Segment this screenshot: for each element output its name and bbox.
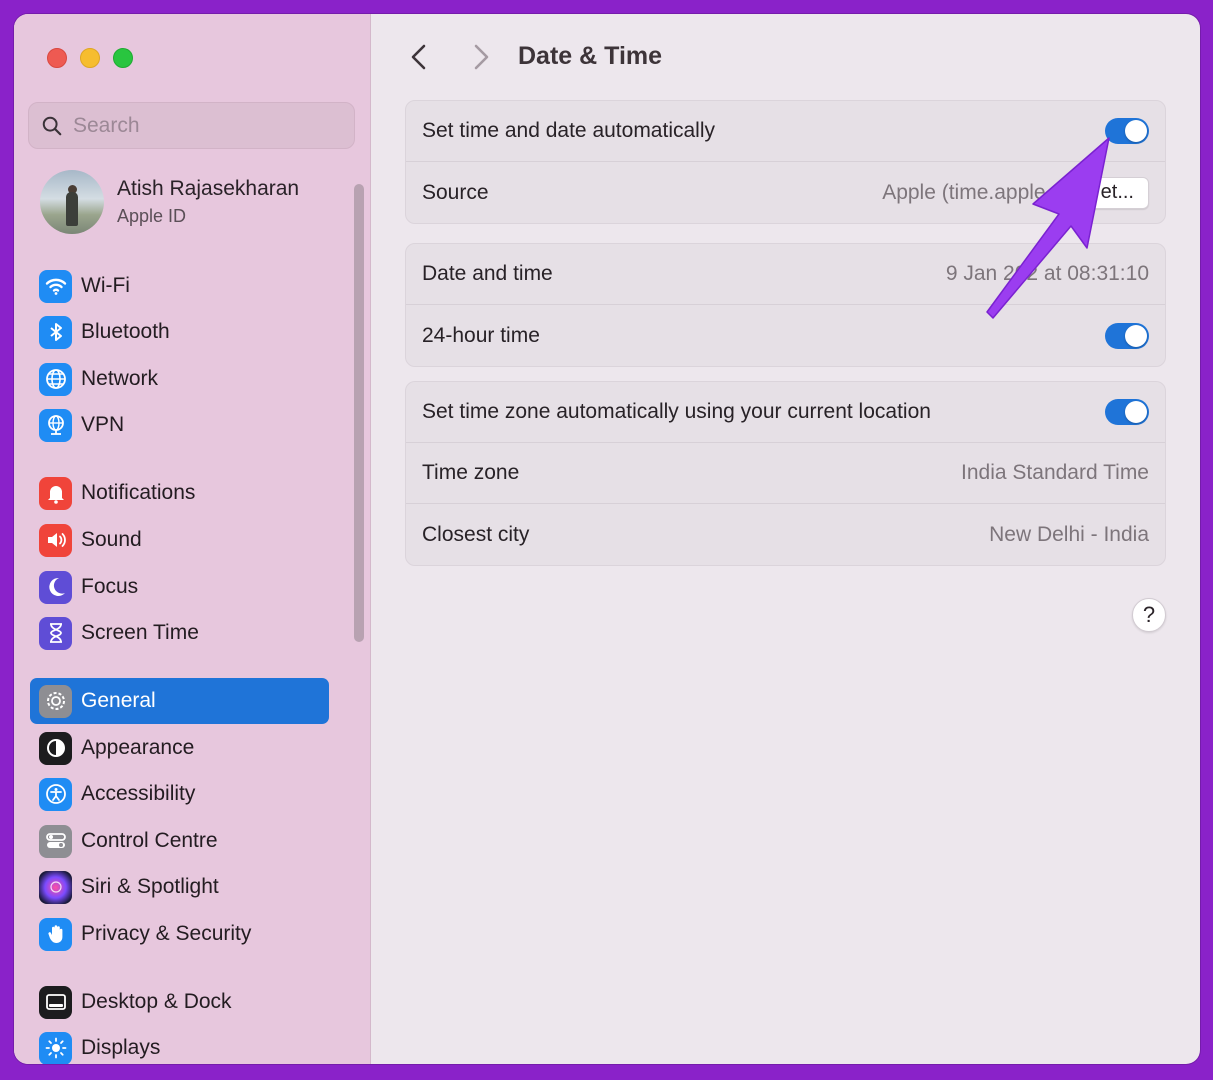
date-time-group: Date and time 9 Jan 202 at 08:31:10 24-h… [405, 243, 1166, 367]
dock-icon [39, 985, 72, 1019]
minimize-button[interactable] [80, 48, 100, 68]
search-placeholder: Search [73, 113, 140, 137]
sidebar-item-focus[interactable]: Focus [30, 564, 329, 610]
hourglass-icon [39, 616, 72, 650]
tz-row: Time zone India Standard Time [406, 443, 1165, 504]
auto-tz-row: Set time zone automatically using your c… [406, 382, 1165, 443]
accessibility-icon [39, 777, 72, 811]
sidebar-item-label: Desktop & Dock [81, 990, 232, 1013]
hand-icon [39, 917, 72, 951]
sidebar-item-appearance[interactable]: Appearance [30, 725, 329, 771]
sidebar-item-label: Notifications [81, 481, 196, 504]
page-title: Date & Time [518, 42, 663, 70]
sidebar-item-privacy-security[interactable]: Privacy & Security [30, 911, 329, 957]
sidebar-item-label: Bluetooth [81, 320, 170, 343]
sidebar-scrollbar[interactable] [354, 184, 364, 642]
apple-id-profile[interactable]: Atish Rajasekharan Apple ID [40, 170, 340, 234]
sidebar-item-label: General [81, 689, 156, 712]
sidebar-item-label: Control Centre [81, 829, 218, 852]
main-pane: Date & Time Set time and date automatica… [371, 14, 1200, 1064]
sidebar-item-network[interactable]: Network [30, 356, 329, 402]
set-time-auto-label: Set time and date automatically [422, 119, 715, 142]
profile-name: Atish Rajasekharan [117, 177, 300, 200]
sidebar-item-label: Sound [81, 528, 142, 551]
bluetooth-icon [39, 315, 72, 349]
tz-value: India Standard Time [961, 461, 1149, 484]
sidebar-item-screen-time[interactable]: Screen Time [30, 610, 329, 656]
vpn-globe-icon [39, 408, 72, 442]
close-button[interactable] [47, 48, 67, 68]
sidebar-item-sound[interactable]: Sound [30, 517, 329, 563]
sidebar-item-label: VPN [81, 413, 125, 436]
bell-icon [39, 476, 72, 510]
sidebar-item-accessibility[interactable]: Accessibility [30, 771, 329, 817]
toggles-icon [39, 824, 72, 858]
sidebar-item-general[interactable]: General [30, 678, 329, 724]
settings-window: Search Atish Rajasekharan Apple ID Wi-Fi [14, 14, 1200, 1064]
sidebar-item-label: Privacy & Security [81, 922, 252, 945]
chevron-left-icon[interactable] [407, 42, 431, 72]
sun-icon [39, 1031, 72, 1064]
auto-time-group: Set time and date automatically Source A… [405, 100, 1166, 224]
sidebar-item-bluetooth[interactable]: Bluetooth [30, 309, 329, 355]
auto-tz-toggle[interactable] [1105, 399, 1149, 425]
speaker-icon [39, 523, 72, 557]
appearance-icon [39, 731, 72, 765]
profile-subtitle: Apple ID [117, 206, 187, 226]
tz-label: Time zone [422, 461, 520, 484]
sidebar-item-label: Focus [81, 575, 139, 598]
help-button[interactable]: ? [1132, 598, 1166, 632]
sidebar-item-label: Siri & Spotlight [81, 875, 219, 898]
hour24-label: 24-hour time [422, 323, 540, 347]
sidebar-item-desktop-dock[interactable]: Desktop & Dock [30, 979, 329, 1025]
avatar [40, 170, 104, 234]
set-time-auto-toggle[interactable] [1105, 118, 1149, 144]
sidebar-item-notifications[interactable]: Notifications [30, 470, 329, 516]
sidebar-item-label: Accessibility [81, 782, 196, 805]
set-time-auto-row: Set time and date automatically [406, 101, 1165, 162]
auto-tz-label: Set time zone automatically using your c… [422, 400, 931, 423]
source-row: Source Apple (time.apple.co et... [406, 162, 1165, 223]
sidebar-item-label: Wi-Fi [81, 274, 130, 297]
sidebar-item-label: Screen Time [81, 621, 199, 644]
hour24-row: 24-hour time [406, 305, 1165, 366]
date-time-value: 9 Jan 202 at 08:31:10 [945, 262, 1149, 285]
siri-icon [39, 870, 72, 904]
chevron-right-icon[interactable] [469, 42, 493, 72]
source-label: Source [422, 180, 489, 204]
set-source-button[interactable]: et... [1085, 176, 1149, 209]
navigation-arrows [407, 42, 493, 72]
sidebar-item-control-centre[interactable]: Control Centre [30, 818, 329, 864]
window-controls [47, 48, 133, 68]
search-input[interactable]: Search [28, 102, 355, 149]
time-zone-group: Set time zone automatically using your c… [405, 381, 1166, 566]
wifi-icon [39, 269, 72, 303]
sidebar-item-label: Appearance [81, 736, 195, 759]
zoom-button[interactable] [113, 48, 133, 68]
sidebar-item-vpn[interactable]: VPN [30, 402, 329, 448]
sidebar-item-label: Network [81, 367, 159, 390]
closest-city-row: Closest city New Delhi - India [406, 504, 1165, 565]
sidebar-item-label: Displays [81, 1036, 161, 1059]
closest-city-label: Closest city [422, 522, 530, 546]
sidebar-item-displays[interactable]: Displays [30, 1025, 329, 1064]
moon-icon [39, 570, 72, 604]
sidebar-item-siri-spotlight[interactable]: Siri & Spotlight [30, 864, 329, 910]
hour24-toggle[interactable] [1105, 322, 1149, 349]
source-value: Apple (time.apple.co [882, 180, 1074, 204]
globe-icon [39, 362, 72, 396]
sidebar-item-wifi[interactable]: Wi-Fi [30, 263, 329, 309]
date-time-label: Date and time [422, 262, 553, 285]
search-icon [42, 116, 62, 135]
sidebar: Search Atish Rajasekharan Apple ID Wi-Fi [14, 14, 371, 1064]
date-time-row: Date and time 9 Jan 202 at 08:31:10 [406, 244, 1165, 305]
closest-city-value: New Delhi - India [989, 522, 1149, 546]
gear-icon [39, 684, 72, 718]
